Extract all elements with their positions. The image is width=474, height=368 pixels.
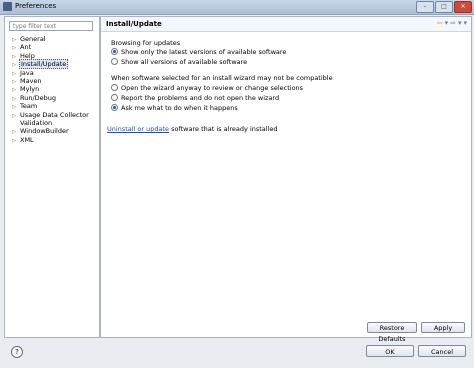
uninstall-line: Uninstall or update software that is alr…	[107, 125, 278, 133]
tree-item[interactable]: ▷ WindowBuilder	[9, 127, 90, 135]
radio-icon	[111, 47, 118, 55]
window-controls: – □ ✕	[415, 1, 472, 13]
tree-item-label: WindowBuilder	[20, 127, 69, 136]
preferences-icon	[3, 2, 12, 11]
tree-item-label: Ant	[20, 43, 32, 52]
back-arrow-icon[interactable]: ⇦	[437, 19, 443, 27]
tree-item-label: Team	[20, 102, 38, 111]
tree-item[interactable]: ▷ Maven	[9, 77, 90, 85]
radio-icon	[111, 103, 118, 111]
incompat-label: When software selected for an install wi…	[111, 74, 333, 82]
tree-item-label: Java	[20, 68, 34, 77]
preferences-tree: ▷ General ▷ Ant ▷ Help ▷ Install/Update ▷ Java ▷ Ma…	[9, 35, 90, 144]
uninstall-link[interactable]: Uninstall or update	[107, 125, 169, 133]
radio-all-versions[interactable]: Show all versions of available software	[111, 57, 247, 66]
ok-button[interactable]: OK	[366, 345, 414, 357]
cancel-button[interactable]: Cancel	[418, 345, 466, 357]
view-menu-icon[interactable]: ▾	[463, 19, 467, 27]
tree-item-label: XML	[20, 135, 34, 144]
radio-icon	[111, 83, 118, 91]
radio-ask-me[interactable]: Ask me what to do when it happens	[111, 103, 238, 112]
forward-arrow-icon[interactable]: ⇨	[450, 19, 456, 27]
tree-item[interactable]: ▷ Ant	[9, 43, 90, 51]
tree-item[interactable]: Validation	[9, 119, 90, 127]
close-icon[interactable]: ✕	[454, 1, 472, 13]
radio-icon	[111, 93, 118, 101]
apply-button[interactable]: Apply	[421, 322, 465, 333]
maximize-icon[interactable]: □	[435, 1, 453, 13]
expand-arrow-icon[interactable]: ▷	[9, 137, 19, 145]
tree-item-label: Maven	[20, 76, 42, 85]
restore-defaults-button[interactable]: Restore Defaults	[367, 322, 417, 343]
back-menu-icon[interactable]: ▾	[445, 19, 449, 27]
radio-open-wizard[interactable]: Open the wizard anyway to review or chan…	[111, 83, 303, 92]
title-bar: Preferences – □ ✕	[0, 0, 474, 15]
tree-item-label: General	[20, 35, 46, 43]
browsing-label: Browsing for updates	[111, 39, 181, 47]
tree-item-label: Run/Debug	[20, 93, 57, 102]
filter-input[interactable]: type filter text	[9, 21, 93, 31]
tree-item[interactable]: ▷ Usage Data Collector	[9, 111, 90, 119]
page-header: Install/Update ⇦ ▾ ⇨ ▾ ▾	[101, 17, 471, 32]
tree-item[interactable]: ▷ XML	[9, 136, 90, 144]
page-title: Install/Update	[106, 20, 162, 28]
tree-item[interactable]: ▷ Install/Update	[9, 59, 90, 70]
tree-item[interactable]: ▷ Mylyn	[9, 85, 90, 93]
tree-item[interactable]: ▷ General	[9, 35, 90, 43]
preferences-tree-pane: type filter text ▷ General ▷ Ant ▷ Help ▷ Insta…	[4, 16, 100, 338]
tree-item-label: Mylyn	[20, 85, 40, 94]
tree-item-label: Install/Update	[19, 59, 69, 70]
minimize-icon[interactable]: –	[416, 1, 434, 13]
window-title: Preferences	[15, 2, 57, 10]
radio-latest-versions[interactable]: Show only the latest versions of availab…	[111, 47, 286, 56]
tree-item[interactable]: ▷ Java	[9, 69, 90, 77]
radio-icon	[111, 57, 118, 65]
tree-item-label: Validation	[20, 118, 53, 127]
help-icon[interactable]: ?	[11, 346, 23, 358]
preference-page: Install/Update ⇦ ▾ ⇨ ▾ ▾ Browsing for update…	[100, 16, 472, 343]
tree-item[interactable]: ▷ Team	[9, 102, 90, 110]
page-nav: ⇦ ▾ ⇨ ▾ ▾	[435, 19, 467, 27]
tree-item[interactable]: ▷ Run/Debug	[9, 94, 90, 102]
tree-item-label: Usage Data Collector	[20, 110, 89, 119]
radio-report-problems[interactable]: Report the problems and do not open the …	[111, 93, 279, 102]
forward-menu-icon[interactable]: ▾	[458, 19, 462, 27]
